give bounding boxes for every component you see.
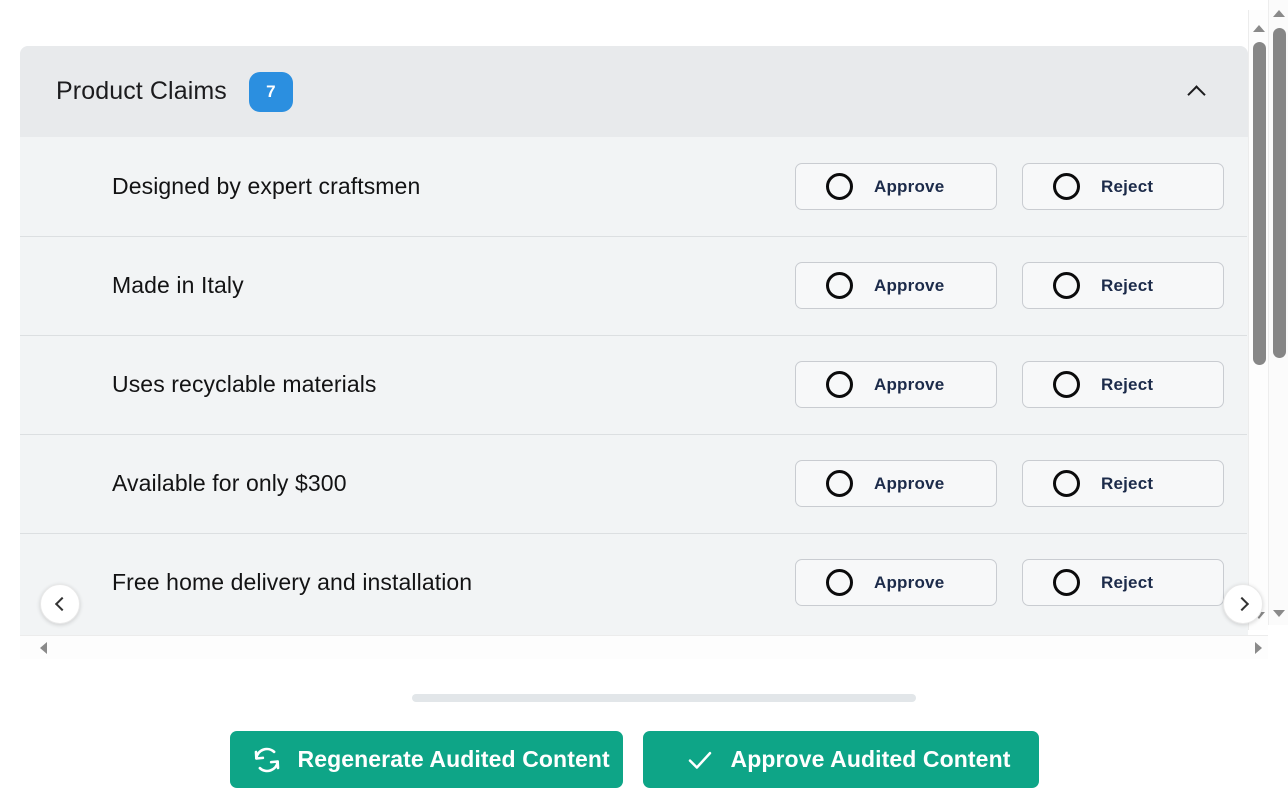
claim-actions: Approve Reject: [795, 460, 1224, 507]
reject-label: Reject: [1101, 275, 1154, 295]
radio-unchecked-icon: [1053, 272, 1080, 299]
approve-claim-button[interactable]: Approve: [795, 559, 997, 606]
refresh-icon: [254, 747, 279, 772]
chevron-left-icon: [54, 596, 69, 612]
triangle-left-icon: [39, 642, 47, 654]
carousel-prev-button[interactable]: [40, 584, 80, 624]
page-title: Product Claims: [56, 77, 227, 105]
approve-claim-button[interactable]: Approve: [795, 262, 997, 309]
radio-unchecked-icon: [826, 470, 853, 497]
page-vertical-scrollbar[interactable]: [1268, 0, 1288, 625]
claim-row: Made in Italy Approve Reject: [20, 236, 1248, 335]
carousel-next-button[interactable]: [1223, 584, 1263, 624]
reject-claim-button[interactable]: Reject: [1022, 460, 1224, 507]
triangle-right-icon: [1254, 642, 1262, 654]
claim-text: Free home delivery and installation: [112, 569, 473, 595]
approve-label: Approve: [874, 275, 945, 295]
card-header[interactable]: Product Claims 7: [20, 46, 1248, 137]
claim-row: Uses recyclable materials Approve Reject: [20, 335, 1248, 434]
approve-claim-button[interactable]: Approve: [795, 163, 997, 210]
radio-unchecked-icon: [1053, 173, 1080, 200]
page-scroll-thumb[interactable]: [1273, 28, 1286, 358]
reject-claim-button[interactable]: Reject: [1022, 559, 1224, 606]
reject-label: Reject: [1101, 572, 1154, 592]
reject-label: Reject: [1101, 473, 1154, 493]
approve-audited-content-button[interactable]: Approve Audited Content: [642, 731, 1039, 788]
claim-text: Available for only $300: [112, 470, 347, 496]
approve-claim-button[interactable]: Approve: [795, 460, 997, 507]
card-scroll-up-arrow[interactable]: [1249, 18, 1269, 38]
claim-actions: Approve Reject: [795, 262, 1224, 309]
approve-audited-label: Approve Audited Content: [730, 746, 1011, 772]
radio-unchecked-icon: [826, 569, 853, 596]
claim-row: Available for only $300 Approve Reject: [20, 434, 1248, 533]
card-vertical-scrollbar[interactable]: [1248, 10, 1268, 630]
card-scroll-right-arrow[interactable]: [1248, 636, 1268, 660]
approve-label: Approve: [874, 473, 945, 493]
triangle-up-icon: [1253, 24, 1265, 32]
claim-text: Designed by expert craftsmen: [112, 173, 421, 199]
regenerate-label: Regenerate Audited Content: [297, 746, 610, 772]
claim-text: Made in Italy: [112, 272, 244, 298]
page-scroll-down-arrow[interactable]: [1269, 603, 1288, 623]
claim-row: Designed by expert craftsmen Approve Rej…: [20, 137, 1248, 236]
page-scroll-up-arrow[interactable]: [1269, 3, 1288, 23]
collapse-section-button[interactable]: [1176, 72, 1216, 112]
app-root: Product Claims 7 Designed by expert craf…: [0, 0, 1288, 803]
reject-label: Reject: [1101, 176, 1154, 196]
approve-label: Approve: [874, 176, 945, 196]
regenerate-audited-content-button[interactable]: Regenerate Audited Content: [229, 731, 623, 788]
footer-actions: Regenerate Audited Content Approve Audit…: [0, 731, 1268, 789]
radio-unchecked-icon: [1053, 371, 1080, 398]
card-horizontal-scrollbar[interactable]: [20, 635, 1268, 659]
reject-claim-button[interactable]: Reject: [1022, 163, 1224, 210]
radio-unchecked-icon: [826, 371, 853, 398]
radio-unchecked-icon: [826, 173, 853, 200]
reject-label: Reject: [1101, 374, 1154, 394]
radio-unchecked-icon: [1053, 470, 1080, 497]
triangle-up-icon: [1273, 9, 1285, 17]
radio-unchecked-icon: [1053, 569, 1080, 596]
claim-row: Free home delivery and installation Appr…: [20, 533, 1248, 632]
reject-claim-button[interactable]: Reject: [1022, 262, 1224, 309]
claim-text: Uses recyclable materials: [112, 371, 377, 397]
approve-label: Approve: [874, 374, 945, 394]
section-divider-handle: [412, 694, 916, 702]
radio-unchecked-icon: [826, 272, 853, 299]
claims-list: Designed by expert craftsmen Approve Rej…: [20, 137, 1248, 632]
claim-actions: Approve Reject: [795, 163, 1224, 210]
claim-actions: Approve Reject: [795, 361, 1224, 408]
chevron-right-icon: [1234, 596, 1249, 612]
claim-actions: Approve Reject: [795, 559, 1224, 606]
triangle-down-icon: [1273, 609, 1285, 617]
card-scroll-thumb[interactable]: [1253, 42, 1266, 365]
product-claims-card: Product Claims 7 Designed by expert craf…: [20, 46, 1248, 636]
approve-label: Approve: [874, 572, 945, 592]
chevron-up-icon: [1186, 84, 1206, 104]
claims-count-badge: 7: [248, 71, 293, 112]
approve-claim-button[interactable]: Approve: [795, 361, 997, 408]
check-icon: [688, 751, 711, 769]
card-scroll-left-arrow[interactable]: [33, 636, 53, 660]
reject-claim-button[interactable]: Reject: [1022, 361, 1224, 408]
